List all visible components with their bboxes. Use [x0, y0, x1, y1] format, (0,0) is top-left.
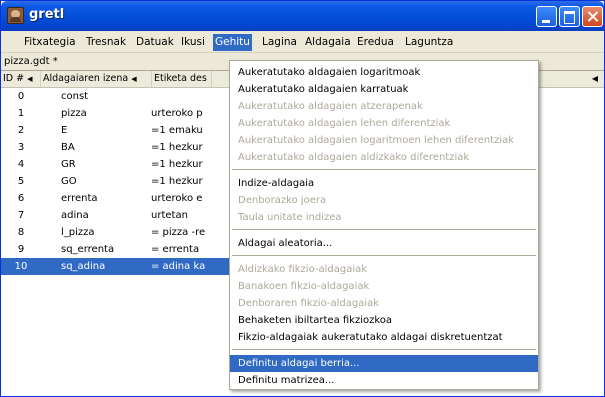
column-header-label[interactable]: Etiketa des [152, 71, 212, 87]
row-id: 2 [17, 125, 25, 136]
row-id: 8 [17, 227, 25, 238]
menu-laguntza[interactable]: Laguntza [403, 35, 455, 51]
menu-aldagaia[interactable]: Aldagaia [303, 35, 353, 51]
row-label: =1 hezkur [151, 176, 203, 187]
scroll-left-arrow-icon[interactable]: ◀ [592, 71, 598, 87]
menu-item-indize-aldagaia[interactable]: Indize-aldagaia [230, 175, 538, 192]
row-id: 3 [17, 142, 25, 153]
menu-separator [232, 169, 536, 170]
menu-item-behaketen-ibiltartea[interactable]: Behaketen ibiltartea fikziozkoa [230, 312, 538, 329]
row-id: 10 [14, 261, 28, 272]
row-name: GR [61, 159, 76, 170]
menu-datuak[interactable]: Datuak [134, 35, 176, 51]
menu-item-denborazko-joera[interactable]: Denborazko joera [230, 192, 538, 209]
row-name: sq_errenta [61, 244, 115, 255]
close-button[interactable] [582, 6, 603, 27]
menu-item-atzerapenak[interactable]: Aukeratutako aldagaien atzerapenak [230, 98, 538, 115]
gretl-app-icon[interactable] [7, 7, 24, 24]
menu-item-aldizkako-fikzio[interactable]: Aldizkako fikzio-aldagaiak [230, 261, 538, 278]
table-row[interactable]: 5 GO =1 hezkur [1, 173, 241, 190]
row-label: urteroko e [151, 193, 203, 204]
app-window: gretl Fitxategia Tresnak Datuak Ikusi Ge… [0, 0, 605, 397]
row-id: 4 [17, 159, 25, 170]
menu-item-aldagai-aleatoria[interactable]: Aldagai aleatoria... [230, 235, 538, 252]
menu-item-definitu-aldagai-berria[interactable]: Definitu aldagai berria... [230, 355, 538, 372]
row-id: 6 [17, 193, 25, 204]
menu-lagina[interactable]: Lagina [260, 35, 299, 51]
row-name: const [61, 91, 89, 102]
table-row-selected[interactable]: 10 sq_adina = adina ka [1, 258, 241, 275]
menu-ikusi[interactable]: Ikusi [179, 35, 207, 51]
sort-arrow-icon: ◀ [131, 75, 137, 83]
menu-tresnak[interactable]: Tresnak [84, 35, 128, 51]
row-name: errenta [61, 193, 98, 204]
row-label: = pizza -re [151, 227, 206, 238]
row-id: 5 [17, 176, 25, 187]
minimize-button[interactable] [536, 6, 557, 27]
table-row[interactable]: 2 E =1 emaku [1, 122, 241, 139]
row-label: urtetan [151, 210, 188, 221]
row-id: 0 [17, 91, 25, 102]
row-label: = adina ka [151, 261, 206, 272]
row-label: =1 hezkur [151, 159, 203, 170]
row-label: = errenta [151, 244, 200, 255]
menu-bar: Fitxategia Tresnak Datuak Ikusi Gehitu L… [1, 31, 604, 53]
window-title: gretl [29, 7, 65, 22]
maximize-button[interactable] [559, 6, 580, 27]
table-row[interactable]: 7 adina urtetan [1, 207, 241, 224]
menu-separator [232, 349, 536, 350]
menu-item-karratuak[interactable]: Aukeratutako aldagaien karratuak [230, 81, 538, 98]
row-name: pizza [61, 108, 87, 119]
menu-item-definitu-matrizea[interactable]: Definitu matrizea... [230, 372, 538, 389]
menu-gehitu[interactable]: Gehitu [213, 34, 252, 51]
menu-item-taula-unitate-indizea[interactable]: Taula unitate indizea [230, 209, 538, 226]
row-name: E [61, 125, 68, 136]
table-row[interactable]: 0 const [1, 88, 241, 105]
menu-eredua[interactable]: Eredua [355, 35, 396, 51]
menu-fitxategia[interactable]: Fitxategia [22, 35, 78, 51]
row-id: 1 [17, 108, 25, 119]
menu-item-banakoen-fikzio[interactable]: Banakoen fikzio-aldagaiak [230, 278, 538, 295]
row-id: 9 [17, 244, 25, 255]
table-row[interactable]: 8 l_pizza = pizza -re [1, 224, 241, 241]
menu-item-log-lehen-diferentziak[interactable]: Aukeratutako aldagaien logaritmoen lehen… [230, 132, 538, 149]
table-row[interactable]: 6 errenta urteroko e [1, 190, 241, 207]
row-name: BA [61, 142, 75, 153]
menu-separator [232, 255, 536, 256]
table-row[interactable]: 9 sq_errenta = errenta [1, 241, 241, 258]
column-header-id[interactable]: ID # ◀ [1, 71, 41, 87]
row-name: GO [61, 176, 77, 187]
menu-item-fikzio-diskretuentzat[interactable]: Fikzio-aldagaiak aukeratutako aldagai di… [230, 329, 538, 346]
table-row[interactable]: 4 GR =1 hezkur [1, 156, 241, 173]
row-label: =1 emaku [151, 125, 203, 136]
row-name: adina [61, 210, 89, 221]
row-name: l_pizza [61, 227, 95, 238]
gehitu-menu-dropdown: Aukeratutako aldagaien logaritmoak Auker… [229, 60, 539, 390]
menu-separator [232, 229, 536, 230]
table-row[interactable]: 1 pizza urteroko p [1, 105, 241, 122]
table-row[interactable]: 3 BA =1 hezkur [1, 139, 241, 156]
menu-item-denboraren-fikzio[interactable]: Denboraren fikzio-aldagaiak [230, 295, 538, 312]
menu-item-logaritmoak[interactable]: Aukeratutako aldagaien logaritmoak [230, 64, 538, 81]
row-id: 7 [17, 210, 25, 221]
sort-arrow-icon: ◀ [27, 75, 33, 83]
column-header-name[interactable]: Aldagaiaren izena ◀ [41, 71, 152, 87]
row-label: =1 hezkur [151, 142, 203, 153]
title-bar[interactable]: gretl [1, 1, 604, 31]
row-label: urteroko p [151, 108, 203, 119]
menu-item-aldizkako-diferentziak[interactable]: Aukeratutako aldagaien aldizkako diferen… [230, 149, 538, 166]
row-name: sq_adina [61, 261, 106, 272]
menu-item-lehen-diferentziak[interactable]: Aukeratutako aldagaien lehen diferentzia… [230, 115, 538, 132]
